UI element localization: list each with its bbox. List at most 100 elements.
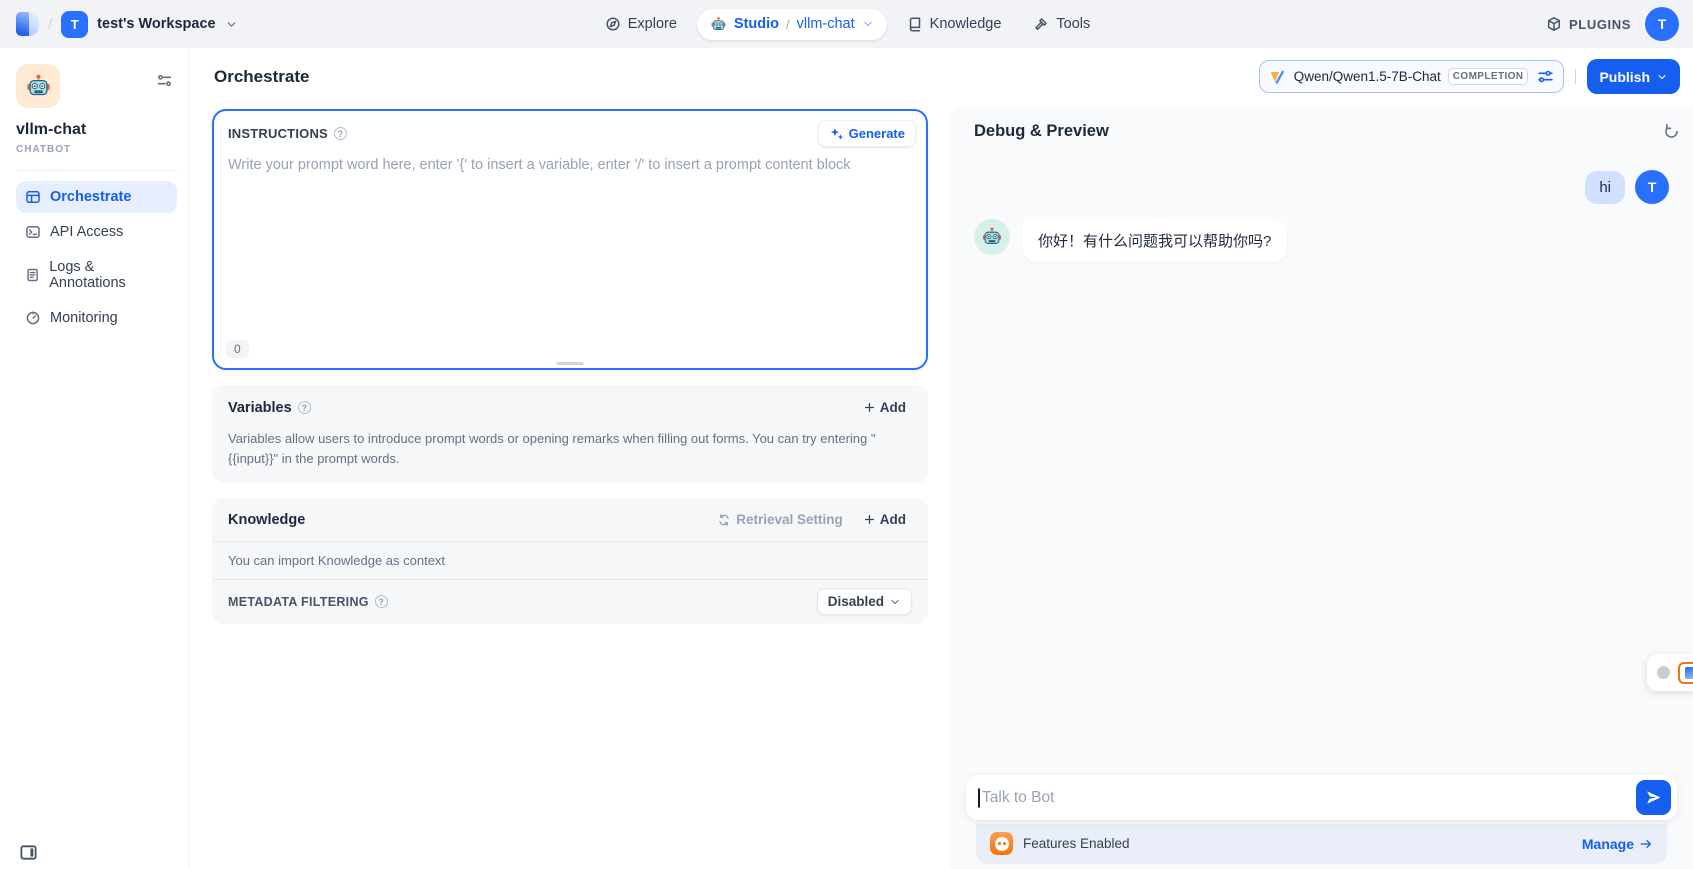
nav-explore[interactable]: Explore (593, 9, 689, 39)
nav-tools-label: Tools (1056, 16, 1090, 32)
sidebar-item-orchestrate[interactable]: Orchestrate (16, 181, 177, 213)
help-icon[interactable] (334, 127, 347, 140)
add-variable-label: Add (880, 400, 906, 415)
robot-icon (981, 226, 1003, 248)
plugins-label: PLUGINS (1569, 17, 1631, 32)
instructions-header: INSTRUCTIONS Generate (214, 111, 926, 152)
dify-logo[interactable] (16, 12, 39, 36)
resize-handle[interactable] (557, 362, 584, 365)
book-icon (907, 16, 923, 32)
collapse-sidebar-button[interactable] (19, 843, 38, 862)
sidebar-item-logs-annotations[interactable]: Logs & Annotations (16, 251, 177, 299)
sparkles-icon (829, 126, 844, 141)
debug-title: Debug & Preview (974, 122, 1109, 141)
sidebar-divider (16, 170, 177, 171)
variables-description: Variables allow users to introduce promp… (228, 429, 912, 469)
generate-button[interactable]: Generate (818, 120, 916, 147)
user-chat-avatar: T (1635, 170, 1669, 204)
instructions-panel: INSTRUCTIONS Generate 0 (212, 109, 928, 370)
variables-header: Variables Add (228, 396, 912, 419)
restart-conversation-button[interactable] (1661, 121, 1682, 142)
sidebar-menu: Orchestrate API Access Logs & Annotation… (16, 181, 177, 334)
header-divider (1575, 69, 1576, 84)
instructions-input[interactable] (214, 152, 926, 340)
generate-label: Generate (849, 126, 905, 141)
help-icon[interactable] (375, 595, 388, 608)
breadcrumb-separator (48, 16, 52, 33)
model-mode-badge: COMPLETION (1448, 68, 1529, 85)
gauge-icon (25, 310, 41, 326)
manage-label: Manage (1582, 836, 1634, 852)
top-navbar: T test's Workspace Explore Studio vllm-c… (0, 0, 1693, 48)
send-button[interactable] (1636, 780, 1671, 815)
bot-chat-avatar (974, 219, 1010, 255)
plugins-button[interactable]: PLUGINS (1546, 16, 1631, 32)
chevron-down-icon[interactable] (225, 18, 238, 31)
features-status: Features Enabled (990, 832, 1130, 855)
manage-features-link[interactable]: Manage (1582, 836, 1653, 852)
nav-studio[interactable]: Studio vllm-chat (697, 9, 887, 40)
model-config-button[interactable] (1537, 68, 1554, 85)
debug-header: Debug & Preview (974, 121, 1682, 142)
plus-icon (863, 401, 876, 414)
retrieval-setting-button[interactable]: Retrieval Setting (717, 512, 843, 527)
app-type-badge: CHATBOT (16, 144, 177, 155)
nav-knowledge[interactable]: Knowledge (895, 9, 1014, 39)
nav-explore-label: Explore (628, 16, 677, 32)
nav-tools[interactable]: Tools (1021, 9, 1102, 39)
add-variable-button[interactable]: Add (857, 396, 912, 419)
features-icon (990, 832, 1013, 855)
metadata-filtering-title: METADATA FILTERING (228, 595, 369, 609)
metadata-filtering-select[interactable]: Disabled (817, 588, 912, 615)
floating-widget[interactable] (1647, 654, 1693, 691)
terminal-icon (25, 224, 41, 240)
app-sidebar: vllm-chat CHATBOT Orchestrate API Access… (0, 48, 190, 869)
user-avatar[interactable]: T (1645, 7, 1679, 41)
variables-title-row: Variables (228, 400, 311, 416)
instructions-title-row: INSTRUCTIONS (228, 126, 347, 141)
navbar-right: PLUGINS T (1102, 7, 1679, 41)
hammer-icon (1033, 16, 1049, 32)
help-icon[interactable] (298, 401, 311, 414)
knowledge-header: Knowledge Retrieval Setting Add (212, 498, 928, 541)
orchestrate-config: INSTRUCTIONS Generate 0 (190, 105, 950, 869)
app-screen: T test's Workspace Explore Studio vllm-c… (0, 0, 1693, 869)
retrieval-setting-label: Retrieval Setting (736, 512, 843, 527)
app-settings-button[interactable] (156, 72, 173, 89)
workspace-name[interactable]: test's Workspace (97, 16, 215, 32)
plus-icon (863, 513, 876, 526)
publish-button[interactable]: Publish (1587, 59, 1680, 94)
char-counter: 0 (226, 340, 249, 358)
send-icon (1645, 789, 1662, 806)
sidebar-item-monitoring[interactable]: Monitoring (16, 302, 177, 334)
add-knowledge-button[interactable]: Add (857, 508, 912, 531)
sidebar-item-label: Logs & Annotations (49, 259, 168, 291)
features-bar: Features Enabled Manage (976, 824, 1667, 864)
chevron-down-icon (1656, 71, 1668, 83)
chat-input[interactable] (978, 789, 1636, 807)
app-icon[interactable] (16, 64, 60, 108)
workspace-avatar[interactable]: T (61, 11, 88, 38)
chat-input-card (966, 775, 1677, 820)
knowledge-title: Knowledge (228, 512, 305, 528)
model-selector[interactable]: Qwen/Qwen1.5-7B-Chat COMPLETION (1259, 60, 1565, 93)
variables-title: Variables (228, 400, 292, 416)
chat-thread: hi T 你好！有什么问题我可以帮助你吗? (974, 170, 1669, 262)
metadata-title-row: METADATA FILTERING (228, 595, 388, 609)
content-area: INSTRUCTIONS Generate 0 (190, 105, 1693, 869)
knowledge-actions: Retrieval Setting Add (717, 508, 912, 531)
features-enabled-label: Features Enabled (1023, 836, 1130, 851)
sidebar-item-api-access[interactable]: API Access (16, 216, 177, 248)
nav-knowledge-label: Knowledge (930, 16, 1002, 32)
knowledge-title-row: Knowledge (228, 512, 305, 528)
dify-mini-logo-icon (1678, 662, 1693, 684)
metadata-filtering-value: Disabled (828, 594, 884, 609)
publish-label: Publish (1599, 69, 1650, 85)
sliders-icon (1537, 68, 1554, 85)
robot-icon (25, 73, 52, 100)
sidebar-item-label: Orchestrate (50, 189, 131, 205)
page-title: Orchestrate (214, 67, 309, 87)
app-body: vllm-chat CHATBOT Orchestrate API Access… (0, 48, 1693, 869)
studio-app-separator (786, 17, 790, 32)
chevron-down-icon[interactable] (862, 18, 874, 30)
